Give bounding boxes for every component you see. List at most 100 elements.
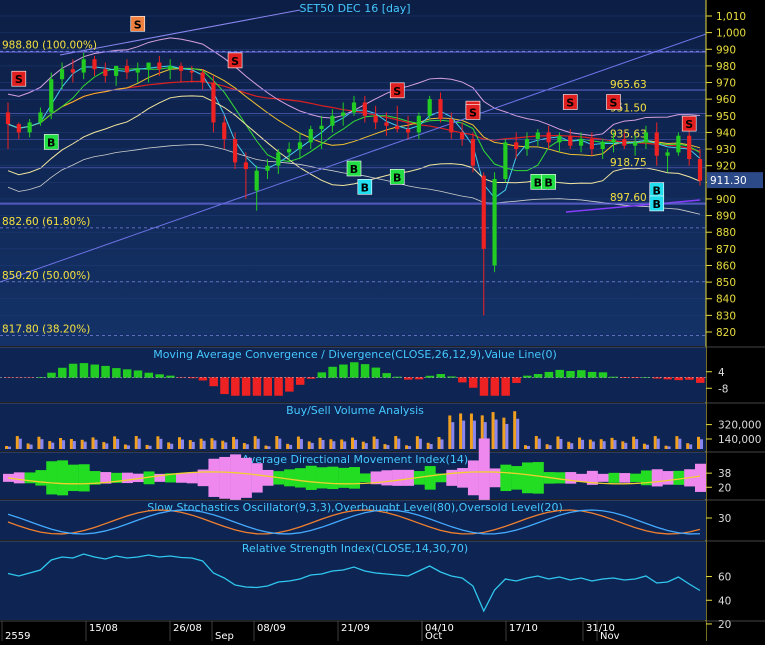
candle-body <box>232 139 238 163</box>
adx-band <box>467 460 479 496</box>
volume-bar <box>599 439 603 449</box>
volume-bar <box>188 440 192 449</box>
candle-body <box>622 139 627 146</box>
indicator-panels: Moving Average Convergence / Divergence(… <box>0 346 765 631</box>
candle-body <box>470 139 476 166</box>
volume-bar <box>678 438 682 449</box>
price-tick-label: 920 <box>716 161 736 173</box>
candle-body <box>611 139 616 143</box>
candle-body <box>643 132 649 143</box>
macd-bar <box>577 370 586 378</box>
indicator-panel: Slow Stochastics Oscillator(9,3,3),Overb… <box>0 499 765 540</box>
volume-bar <box>613 440 617 449</box>
volume-bar <box>289 444 293 449</box>
volume-bar <box>635 439 639 449</box>
volume-bar <box>148 445 152 449</box>
adx-band <box>608 472 620 483</box>
volume-bar <box>278 438 282 449</box>
volume-bar <box>397 438 401 449</box>
sell-signal: S <box>681 115 697 132</box>
candle-body <box>589 139 594 150</box>
volume-bar <box>642 443 646 449</box>
macd-bar <box>209 377 218 387</box>
volume-bar <box>296 436 300 449</box>
volume-bar <box>502 417 506 449</box>
signal-letter: S <box>231 55 239 68</box>
volume-bar <box>386 445 390 449</box>
macd-bar <box>490 377 500 396</box>
price-tick-label: 880 <box>716 227 736 239</box>
adx-band <box>327 466 339 490</box>
adx-band <box>13 472 25 484</box>
panel-title: Slow Stochastics Oscillator(9,3,3),Overb… <box>147 501 563 514</box>
time-label: Nov <box>600 631 620 641</box>
volume-bar <box>48 441 52 449</box>
time-axis: 255915/08 26/08Sep08/09 21/09 04/10Oct17/10… <box>0 620 765 642</box>
volume-bar <box>91 437 95 449</box>
last-price-label: 911.30 <box>710 175 747 187</box>
volume-bar <box>354 439 357 449</box>
volume-bar <box>340 439 344 449</box>
volume-bar <box>137 438 141 449</box>
volume-bar <box>394 436 398 449</box>
adx-band <box>597 473 609 482</box>
volume-bar <box>83 441 87 449</box>
candle-body <box>449 119 454 133</box>
macd-bar <box>328 366 337 378</box>
candle-body <box>568 135 573 146</box>
macd-bar <box>663 377 673 380</box>
candle-body <box>600 142 605 150</box>
volume-bar <box>408 446 412 449</box>
macd-bar <box>685 377 694 380</box>
price-tick-label: 1,010 <box>716 11 746 23</box>
volume-bar <box>591 441 595 449</box>
volume-bar <box>632 436 636 449</box>
volume-bar <box>307 441 311 449</box>
sell-signal: S <box>389 82 405 99</box>
sell-signal: S <box>130 16 146 32</box>
candle-body <box>146 62 151 70</box>
candle-body <box>557 135 562 143</box>
volume-bar <box>221 440 225 449</box>
volume-bar <box>253 436 257 449</box>
candle-body <box>114 65 119 76</box>
buy-signal: B <box>541 174 556 190</box>
adx-band <box>240 457 252 498</box>
volume-bar <box>537 438 541 449</box>
volume-bar <box>459 413 463 449</box>
adx-band <box>359 473 371 483</box>
candle-body <box>384 122 389 126</box>
macd-bar <box>198 377 208 381</box>
macd-bar <box>285 377 294 392</box>
volume-bar <box>570 443 574 449</box>
candle-body <box>362 102 367 116</box>
adx-band <box>532 462 544 494</box>
volume-bar <box>624 442 628 449</box>
volume-bar <box>156 436 160 449</box>
indicator-panel: Relative Strength Index(CLOSE,14,30,70) 6… <box>0 540 765 631</box>
volume-bar <box>245 444 249 449</box>
signal-letter: B <box>544 176 552 189</box>
macd-bar <box>555 369 564 378</box>
price-tick-label: 980 <box>716 61 736 73</box>
adx-band <box>121 472 133 484</box>
candle-body <box>70 69 75 73</box>
adx-band <box>57 460 69 496</box>
candle-body <box>189 70 194 73</box>
signal-letter: S <box>685 118 693 131</box>
adx-band <box>651 469 663 487</box>
candle-body <box>157 62 162 70</box>
candle-body <box>535 132 540 140</box>
volume-bar <box>418 438 422 449</box>
macd-bar <box>350 362 359 378</box>
candle-body <box>5 112 11 125</box>
candle-body <box>373 115 378 123</box>
volume-bar <box>321 440 325 449</box>
panel-tick-label: 30 <box>718 513 731 525</box>
adx-band <box>284 469 296 487</box>
volume-bar <box>102 442 106 449</box>
volume-bar <box>602 441 606 449</box>
adx-band <box>219 456 231 499</box>
volume-bar <box>462 420 466 449</box>
volume-bar <box>581 439 585 449</box>
